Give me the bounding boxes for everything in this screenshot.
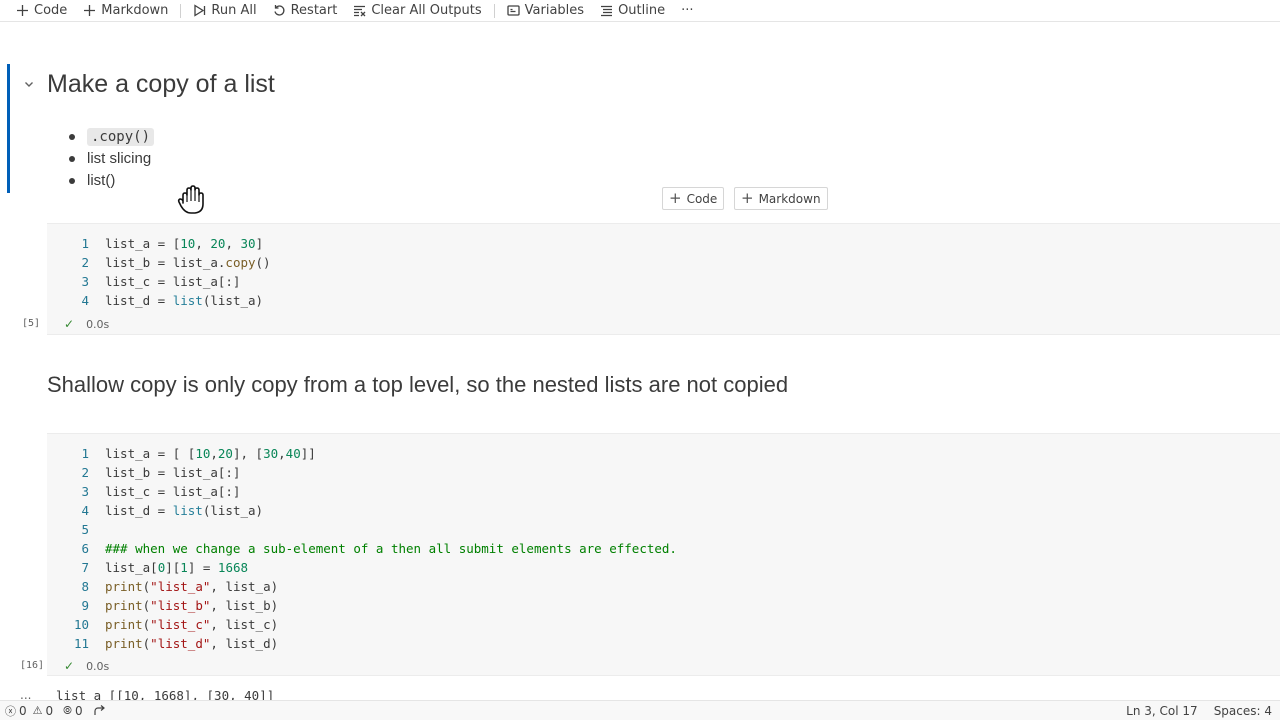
check-icon: ✓ [64,317,75,331]
list-item: list slicing [68,148,154,170]
plus-icon [84,5,96,16]
notebook-toolbar: Code Markdown Run All Restart Clear All … [0,0,1280,22]
code-line: print("list_c", list_c) [105,617,279,632]
execution-count: [5] [22,318,41,329]
execution-count: [16] [20,660,45,671]
line-number: 6 [81,541,89,556]
variables-icon [507,5,520,16]
clear-all-outputs-button[interactable]: Clear All Outputs [345,2,489,20]
line-number: 9 [81,598,89,613]
warning-icon: ⚠ [32,704,43,717]
more-actions-button[interactable]: ··· [673,2,701,20]
ports-indicator[interactable]: ⦾ 0 [58,704,87,718]
line-number: 10 [73,617,89,632]
variables-button[interactable]: Variables [499,2,592,20]
list-item: .copy() [68,126,155,148]
cursor-position[interactable]: Ln 3, Col 17 [1118,704,1206,718]
line-number: 4 [81,293,89,308]
run-all-button[interactable]: Run All [185,2,264,20]
problems-indicator[interactable]: ⓧ 0 ⚠ 0 [0,703,58,719]
inline-code: .copy() [87,128,155,146]
outline-icon [601,5,613,17]
code-cell[interactable]: 1 list_a = [ [10,20], [30,40]] 2 list_b = … [47,433,1280,676]
code-line: list_d = list(list_a) [105,293,264,308]
restart-button[interactable]: Restart [265,2,346,20]
live-share-indicator[interactable] [88,704,111,717]
line-number: 3 [81,484,89,499]
status-bar: ⓧ 0 ⚠ 0 ⦾ 0 Ln 3, Col 17 Spaces: 4 [0,700,1280,720]
line-number: 4 [81,503,89,518]
code-cell[interactable]: 1 list_a = [10, 20, 30] 2 list_b = list_a.… [47,223,1280,335]
code-line: print("list_d", list_d) [105,636,279,651]
plus-icon [17,5,28,16]
code-line: print("list_b", list_b) [105,598,279,613]
line-number: 3 [81,274,89,289]
code-line: list_a[0][1] = 1668 [105,560,249,575]
plus-icon: + [741,189,754,207]
line-number: 1 [81,446,89,461]
line-number: 2 [81,465,89,480]
code-line: ### when we change a sub-element of a th… [105,541,677,556]
insert-markdown-cell-button[interactable]: + Markdown [734,187,828,210]
status-bar-right: Ln 3, Col 17 Spaces: 4 [1118,701,1280,720]
insert-code-cell-button[interactable]: + Code [662,187,725,210]
cell-heading: Shallow copy is only copy from a top lev… [47,372,789,397]
toolbar-separator [180,3,182,18]
code-line: list_b = list_a[:] [105,465,241,480]
broadcast-icon: ⦾ [63,703,72,717]
chevron-down-icon [25,82,33,87]
check-icon: ✓ [64,659,75,673]
execution-duration: 0.0s [86,659,110,673]
clear-outputs-icon [354,5,366,17]
toolbar-separator [493,3,495,18]
code-line: list_d = list(list_a) [105,503,264,518]
line-number: 1 [81,236,89,251]
line-number: 8 [81,579,89,594]
bullet-list: .copy() list slicing list() [68,126,155,192]
line-number: 5 [81,522,89,537]
restart-icon [273,5,285,16]
list-item: list() [68,170,154,192]
add-code-cell-button[interactable]: Code [8,2,75,20]
code-line: list_a = [10, 20, 30] [105,236,264,251]
outline-button[interactable]: Outline [592,2,673,20]
plus-icon: + [669,189,682,207]
run-all-icon [194,4,206,17]
code-line: list_c = list_a[:] [105,274,241,289]
cell-heading: Make a copy of a list [47,70,275,98]
line-number: 7 [81,560,89,575]
error-icon: ⓧ [5,704,16,718]
code-line: list_b = list_a.copy() [105,255,271,270]
collapse-chevron[interactable] [22,76,36,90]
code-line: list_a = [ [10,20], [30,40]] [105,446,316,461]
execution-status: ✓ 0.0s [64,659,109,673]
execution-duration: 0.0s [86,317,110,331]
hand-cursor-icon [177,185,204,214]
indentation-setting[interactable]: Spaces: 4 [1206,704,1280,718]
add-markdown-cell-button[interactable]: Markdown [75,2,176,20]
line-number: 2 [81,255,89,270]
execution-status: ✓ 0.0s [64,317,109,331]
code-line: list_c = list_a[:] [105,484,241,499]
cell-focus-indicator [7,64,10,193]
code-line: print("list_a", list_a) [105,579,279,594]
line-number: 11 [73,636,89,651]
share-arrow-icon [94,704,105,715]
